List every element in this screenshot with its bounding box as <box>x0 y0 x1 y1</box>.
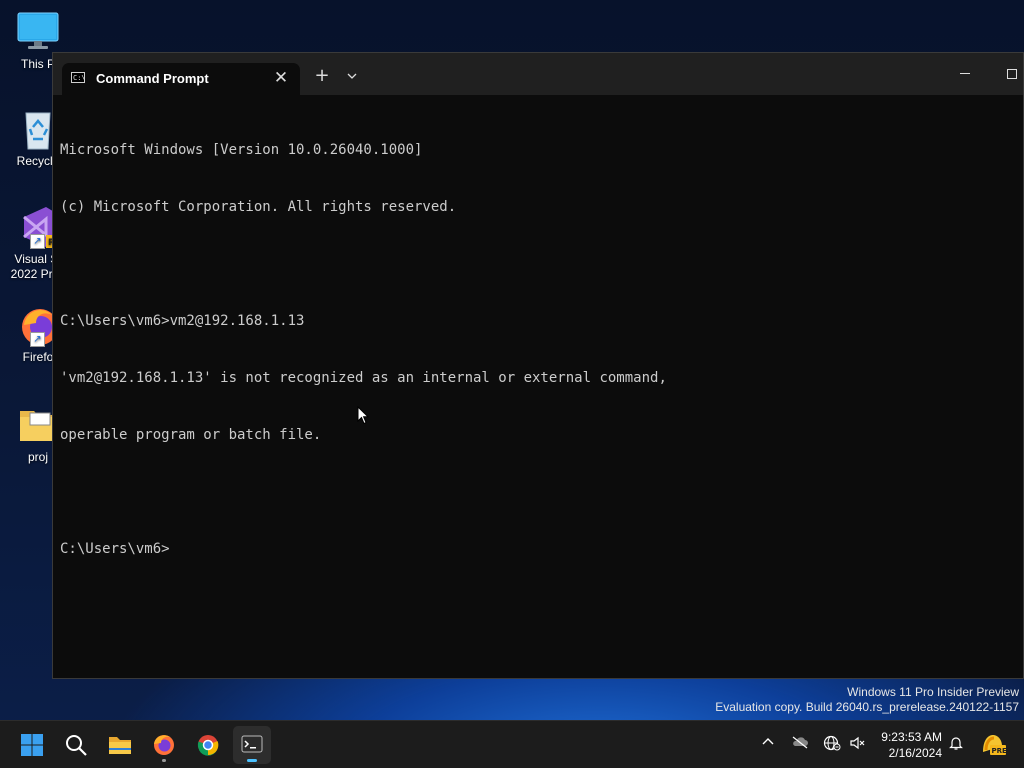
watermark-line: Evaluation copy. Build 26040.rs_prerelea… <box>715 700 1019 714</box>
cmd-icon: C:\ <box>71 72 86 83</box>
shortcut-arrow-icon: ↗ <box>30 234 45 249</box>
terminal-line: Microsoft Windows [Version 10.0.26040.10… <box>60 142 423 158</box>
terminal-taskbar-button[interactable] <box>233 726 271 764</box>
watermark-line: Windows 11 Pro Insider Preview <box>847 685 1019 699</box>
firefox-taskbar-button[interactable] <box>145 726 183 764</box>
windows-logo-icon <box>21 734 43 756</box>
network-button[interactable] <box>823 735 841 755</box>
clock-time: 9:23:53 AM <box>881 730 942 744</box>
onedrive-button[interactable] <box>791 735 809 753</box>
maximize-button[interactable] <box>997 65 1024 85</box>
notifications-button[interactable] <box>948 735 964 755</box>
start-button[interactable] <box>13 726 51 764</box>
search-button[interactable] <box>57 726 95 764</box>
terminal-line: (c) Microsoft Corporation. All rights re… <box>60 199 457 215</box>
cloud-offline-icon <box>792 736 808 749</box>
monitor-icon <box>16 10 60 54</box>
tab-command-prompt[interactable]: C:\ Command Prompt ✕ <box>62 63 300 95</box>
chrome-taskbar-button[interactable] <box>189 726 227 764</box>
file-explorer-button[interactable] <box>101 726 139 764</box>
command-prompt-window[interactable]: C:\ Command Prompt ✕ + Microsoft Windows… <box>52 52 1024 679</box>
new-tab-button[interactable]: + <box>311 66 333 88</box>
os-watermark: Windows 11 Pro Insider Preview Evaluatio… <box>715 685 1019 715</box>
minimize-button[interactable] <box>951 65 979 85</box>
active-indicator <box>247 759 257 762</box>
mouse-pointer-icon <box>357 406 369 425</box>
search-icon <box>66 735 87 756</box>
chevron-down-icon <box>347 73 357 79</box>
tab-title: Command Prompt <box>96 71 209 86</box>
tab-close-button[interactable]: ✕ <box>270 67 292 89</box>
file-explorer-icon <box>109 737 131 754</box>
tab-dropdown-button[interactable] <box>341 66 363 88</box>
terminal-output[interactable]: Microsoft Windows [Version 10.0.26040.10… <box>60 103 667 597</box>
terminal-line: operable program or batch file. <box>60 427 322 443</box>
terminal-prompt[interactable]: C:\Users\vm6> <box>60 540 667 559</box>
copilot-pre-button[interactable]: PRE <box>980 732 1007 760</box>
title-bar[interactable]: C:\ Command Prompt ✕ + <box>53 53 1023 95</box>
chevron-up-icon <box>762 738 774 745</box>
volume-button[interactable] <box>849 735 867 755</box>
pre-badge: PRE <box>992 747 1007 755</box>
shortcut-arrow-icon: ↗ <box>30 332 45 347</box>
volume-muted-icon <box>850 736 865 750</box>
terminal-line: 'vm2@192.168.1.13' is not recognized as … <box>60 370 667 386</box>
chrome-icon <box>197 735 219 756</box>
clock-button[interactable]: 9:23:53 AM 2/16/2024 <box>866 729 942 761</box>
bell-icon <box>949 737 963 750</box>
taskbar: 9:23:53 AM 2/16/2024 PRE <box>0 720 1024 768</box>
copilot-icon: PRE <box>983 735 1007 755</box>
running-indicator <box>162 759 166 762</box>
show-hidden-icons-button[interactable] <box>761 735 775 753</box>
clock-date: 2/16/2024 <box>888 746 942 760</box>
globe-icon <box>823 735 841 751</box>
terminal-line: C:\Users\vm6>vm2@192.168.1.13 <box>60 313 305 329</box>
